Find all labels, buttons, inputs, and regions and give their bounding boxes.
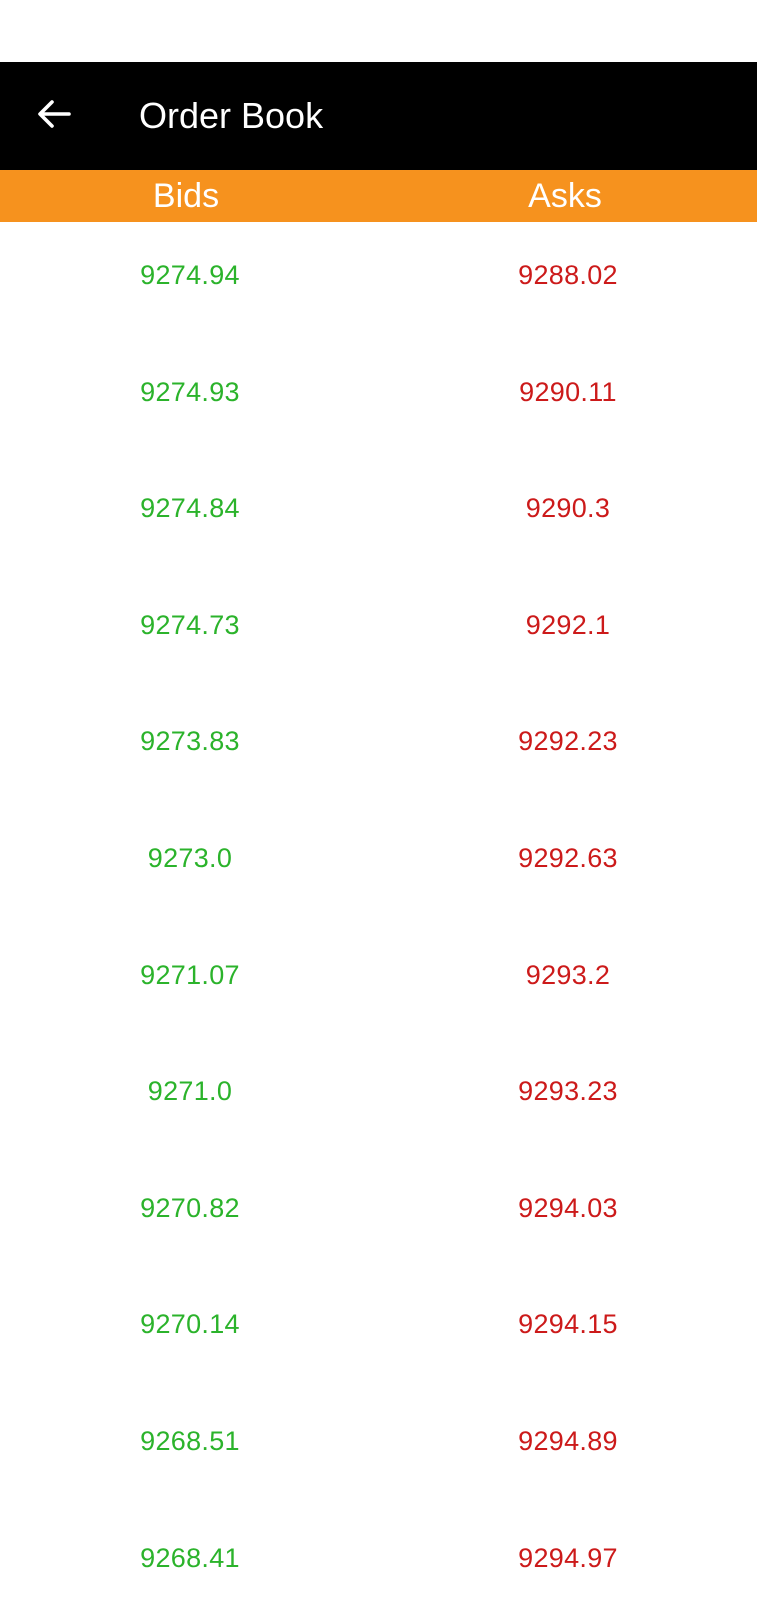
page-title: Order Book: [139, 95, 324, 136]
ask-price[interactable]: 9294.15: [458, 1309, 678, 1340]
order-row: 9270.82 9294.03: [0, 1155, 757, 1272]
bid-price[interactable]: 9268.41: [80, 1543, 300, 1574]
bid-price[interactable]: 9270.82: [80, 1193, 300, 1224]
order-row: 9268.51 9294.89: [0, 1388, 757, 1505]
ask-price[interactable]: 9292.23: [458, 726, 678, 757]
ask-price[interactable]: 9290.11: [458, 377, 678, 408]
order-row: 9274.84 9290.3: [0, 455, 757, 572]
order-row: 9274.93 9290.11: [0, 339, 757, 456]
bid-price[interactable]: 9274.93: [80, 377, 300, 408]
bid-price[interactable]: 9271.07: [80, 960, 300, 991]
bid-price[interactable]: 9268.51: [80, 1426, 300, 1457]
order-row: 9271.07 9293.2: [0, 922, 757, 1039]
status-bar: [0, 0, 757, 62]
ask-price[interactable]: 9293.23: [458, 1076, 678, 1107]
bid-price[interactable]: 9274.73: [80, 610, 300, 641]
order-row: 9274.73 9292.1: [0, 572, 757, 689]
arrow-left-icon: [37, 99, 71, 134]
ask-price[interactable]: 9293.2: [458, 960, 678, 991]
ask-price[interactable]: 9290.3: [458, 493, 678, 524]
order-list[interactable]: 9274.94 9288.02 9274.93 9290.11 9274.84 …: [0, 222, 757, 1600]
order-row: 9271.0 9293.23: [0, 1038, 757, 1155]
order-row: 9268.41 9294.97: [0, 1505, 757, 1621]
order-row: 9270.14 9294.15: [0, 1271, 757, 1388]
bid-price[interactable]: 9271.0: [80, 1076, 300, 1107]
bid-price[interactable]: 9274.84: [80, 493, 300, 524]
bid-price[interactable]: 9270.14: [80, 1309, 300, 1340]
order-row: 9273.83 9292.23: [0, 688, 757, 805]
asks-column-header: Asks: [528, 177, 602, 215]
order-row: 9274.94 9288.02: [0, 222, 757, 339]
order-row: 9273.0 9292.63: [0, 805, 757, 922]
ask-price[interactable]: 9288.02: [458, 260, 678, 291]
ask-price[interactable]: 9292.63: [458, 843, 678, 874]
bid-price[interactable]: 9273.0: [80, 843, 300, 874]
ask-price[interactable]: 9294.97: [458, 1543, 678, 1574]
bid-price[interactable]: 9274.94: [80, 260, 300, 291]
ask-price[interactable]: 9294.03: [458, 1193, 678, 1224]
app-bar: Order Book: [0, 62, 757, 170]
ask-price[interactable]: 9292.1: [458, 610, 678, 641]
ask-price[interactable]: 9294.89: [458, 1426, 678, 1457]
order-book-column-header: Bids Asks: [0, 170, 757, 222]
bids-column-header: Bids: [152, 177, 220, 215]
bid-price[interactable]: 9273.83: [80, 726, 300, 757]
back-button[interactable]: [30, 92, 78, 140]
